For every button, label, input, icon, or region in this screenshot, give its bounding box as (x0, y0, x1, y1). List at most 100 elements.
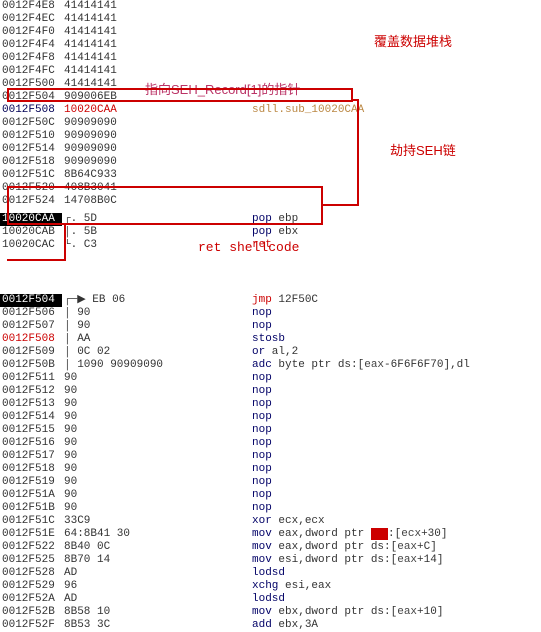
hex-cell: 10020CAA (62, 104, 250, 117)
dis-cell: nop (250, 437, 530, 450)
disasm-row: 0012F508 │ AAstosb (0, 333, 530, 346)
dis-cell: nop (250, 372, 530, 385)
hex-cell: 41414141 (62, 26, 250, 39)
dis-cell: mov esi,dword ptr ds:[eax+14] (250, 554, 530, 567)
hex-cell: AD (62, 567, 250, 580)
dis-cell: nop (250, 450, 530, 463)
annot-ret-shellcode: ret shellcode (198, 240, 299, 255)
hex-cell: │ 1090 90909090 (62, 359, 250, 372)
dis-cell: adc byte ptr ds:[eax-6F6F6F70],dl (250, 359, 530, 372)
addr-cell: 0012F522 (0, 541, 62, 554)
addr-cell: 0012F508 (0, 104, 62, 117)
stack-row: 0012F4F841414141 (0, 52, 530, 65)
shellcode-disasm: 0012F504 ┌─▶ EB 06jmp 12F50C0012F506 │ 9… (0, 294, 530, 632)
stack-row: 0012F50C90909090 (0, 117, 530, 130)
gadget-row: 10020CAB│. 5Bpop ebx (0, 226, 530, 239)
dis-cell: xor ecx,ecx (250, 515, 530, 528)
hex-cell: 90 (62, 424, 250, 437)
hex-cell: 90909090 (62, 156, 250, 169)
hex-cell: 41414141 (62, 0, 250, 13)
addr-cell: 0012F52A (0, 593, 62, 606)
hex-cell: 41414141 (62, 39, 250, 52)
hex-cell: 90 (62, 476, 250, 489)
disasm-row: 0012F517 90nop (0, 450, 530, 463)
disasm-row: 0012F52F 8B53 3Cadd ebx,3A (0, 619, 530, 632)
dis-cell: nop (250, 463, 530, 476)
addr-cell: 0012F4F4 (0, 39, 62, 52)
hex-cell: 41414141 (62, 52, 250, 65)
addr-cell: 0012F52B (0, 606, 62, 619)
dis-cell: mov eax,dword ptr ds:[eax+C] (250, 541, 530, 554)
hex-cell: │ AA (62, 333, 250, 346)
addr-cell: 0012F507 (0, 320, 62, 333)
addr-cell: 0012F51C (0, 169, 62, 182)
dis-cell: or al,2 (250, 346, 530, 359)
hex-cell: 90 (62, 398, 250, 411)
disasm-row: 0012F528 ADlodsd (0, 567, 530, 580)
dis-cell (250, 52, 530, 65)
addr-cell: 0012F514 (0, 411, 62, 424)
disasm-row: 0012F511 90nop (0, 372, 530, 385)
dis-cell: nop (250, 307, 530, 320)
addr-cell: 0012F4F8 (0, 52, 62, 65)
connector (7, 259, 66, 261)
disasm-row: 0012F509 │ 0C 02or al,2 (0, 346, 530, 359)
dis-cell: pop ebx (250, 226, 530, 239)
dis-cell: nop (250, 489, 530, 502)
hex-cell: 41414141 (62, 13, 250, 26)
addr-cell: 0012F4EC (0, 13, 62, 26)
addr-cell: 0012F516 (0, 437, 62, 450)
addr-cell: 0012F506 (0, 307, 62, 320)
stack-row: 0012F4E841414141 (0, 0, 530, 13)
addr-cell: 0012F515 (0, 424, 62, 437)
addr-cell: 0012F511 (0, 372, 62, 385)
annot-overwrite-stack: 覆盖数据堆栈 (374, 31, 452, 50)
stack-row: 0012F4FC41414141 (0, 65, 530, 78)
disasm-row: 0012F512 90nop (0, 385, 530, 398)
hex-cell: │ 90 (62, 320, 250, 333)
disasm-row: 0012F51A 90nop (0, 489, 530, 502)
hex-cell: 8B58 10 (62, 606, 250, 619)
addr-cell: 0012F518 (0, 156, 62, 169)
addr-cell: 10020CAB (0, 226, 62, 239)
dis-cell: stosb (250, 333, 530, 346)
hex-cell: 64:8B41 30 (62, 528, 250, 541)
stack-row: 0012F50810020CAAsdll.sub_10020CAA (0, 104, 530, 117)
addr-cell: 0012F51C (0, 515, 62, 528)
addr-cell: 0012F525 (0, 554, 62, 567)
connector (323, 204, 359, 206)
addr-cell: 0012F504 (0, 294, 62, 307)
hex-cell: 90 (62, 489, 250, 502)
dis-cell: xchg esi,eax (250, 580, 530, 593)
dis-cell (250, 169, 530, 182)
hex-cell: 90 (62, 385, 250, 398)
box-seh-record (7, 88, 353, 102)
addr-cell: 0012F510 (0, 130, 62, 143)
stack-row: 0012F4EC41414141 (0, 13, 530, 26)
addr-cell: 0012F50B (0, 359, 62, 372)
disasm-row: 0012F515 90nop (0, 424, 530, 437)
hex-cell: 90 (62, 437, 250, 450)
hex-cell: 90 (62, 450, 250, 463)
hex-cell: 33C9 (62, 515, 250, 528)
disasm-row: 0012F529 96xchg esi,eax (0, 580, 530, 593)
disasm-row: 0012F50B │ 1090 90909090adc byte ptr ds:… (0, 359, 530, 372)
disasm-row: 0012F513 90nop (0, 398, 530, 411)
dis-cell (250, 13, 530, 26)
addr-cell: 0012F529 (0, 580, 62, 593)
addr-cell: 0012F51E (0, 528, 62, 541)
hex-cell: 8B40 0C (62, 541, 250, 554)
hex-cell: 90909090 (62, 117, 250, 130)
dis-cell: nop (250, 424, 530, 437)
hex-cell: 90 (62, 502, 250, 515)
hex-cell: 90 (62, 372, 250, 385)
hex-cell: │ 90 (62, 307, 250, 320)
disasm-row: 0012F51C 33C9xor ecx,ecx (0, 515, 530, 528)
disasm-row: 0012F52B 8B58 10mov ebx,dword ptr ds:[ea… (0, 606, 530, 619)
hex-cell: AD (62, 593, 250, 606)
dis-cell: jmp 12F50C (250, 294, 530, 307)
addr-cell: 10020CAC (0, 239, 62, 252)
disasm-row: 0012F518 90nop (0, 463, 530, 476)
hex-cell: 96 (62, 580, 250, 593)
dis-cell (250, 117, 530, 130)
